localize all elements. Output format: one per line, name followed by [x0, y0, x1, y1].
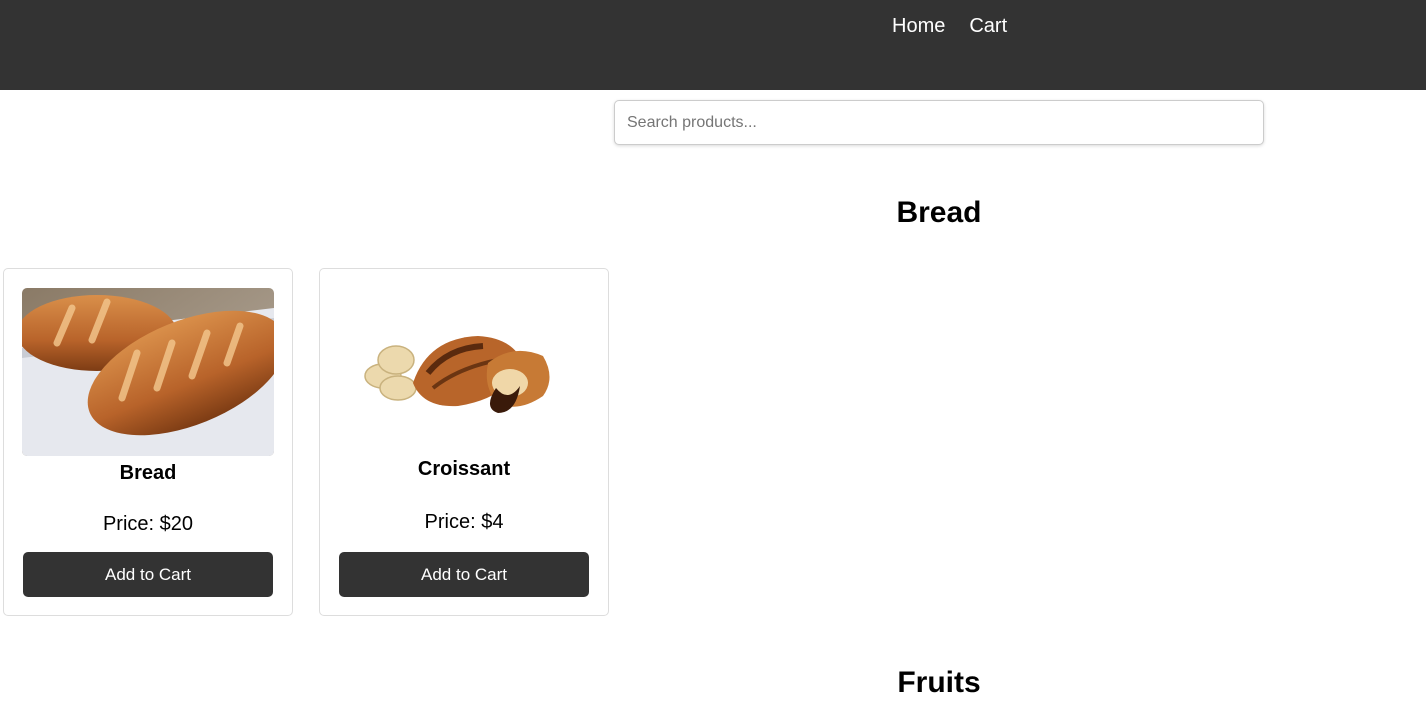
- product-price: Price: $20: [102, 513, 194, 535]
- product-name: Bread: [119, 462, 177, 484]
- add-to-cart-button[interactable]: Add to Cart: [339, 552, 589, 597]
- add-to-cart-button[interactable]: Add to Cart: [23, 552, 273, 597]
- product-name: Croissant: [417, 458, 511, 480]
- product-price: Price: $4: [424, 511, 504, 533]
- product-card-croissant: Croissant Price: $4 Add to Cart: [319, 268, 609, 616]
- product-card-bread: Bread Price: $20 Add to Cart: [3, 268, 293, 616]
- nav-cart-link[interactable]: Cart: [969, 14, 1007, 38]
- search-input[interactable]: [614, 100, 1264, 145]
- bread-loaf-image: [22, 288, 274, 456]
- main-nav: Home Cart: [892, 14, 1007, 38]
- croissant-image: [338, 288, 590, 456]
- section-title-fruits: Fruits: [897, 666, 981, 699]
- nav-home-link[interactable]: Home: [892, 14, 945, 38]
- top-navbar: Home Cart: [0, 0, 1426, 90]
- section-title-bread: Bread: [896, 196, 982, 229]
